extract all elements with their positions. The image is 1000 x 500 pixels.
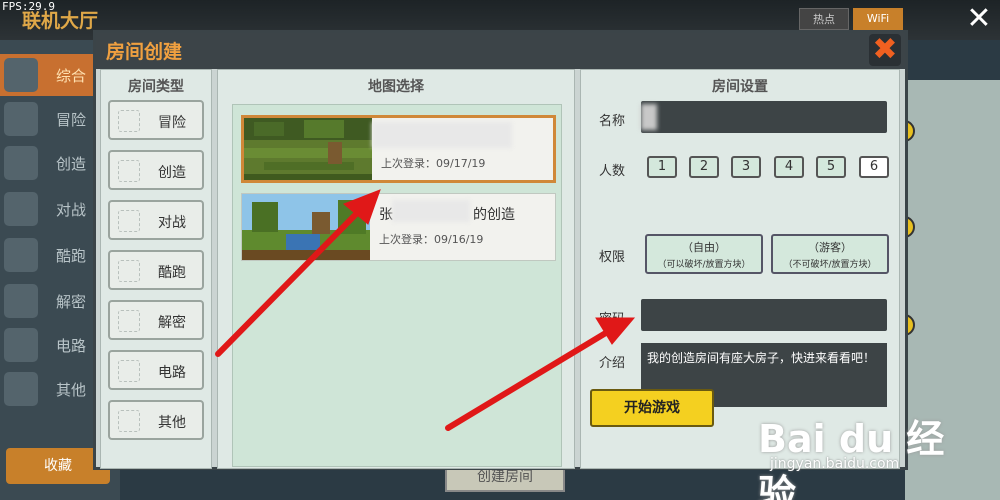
arrow-to-password <box>445 325 617 431</box>
watermark-logo: Bai du 经验 <box>758 417 945 500</box>
watermark-url: jingyan.baidu.com <box>770 456 900 472</box>
baidu-watermark: Bai du 经验 jingyan.baidu.com <box>740 396 980 500</box>
arrow-head <box>595 317 636 345</box>
arrow-to-map <box>215 203 367 357</box>
